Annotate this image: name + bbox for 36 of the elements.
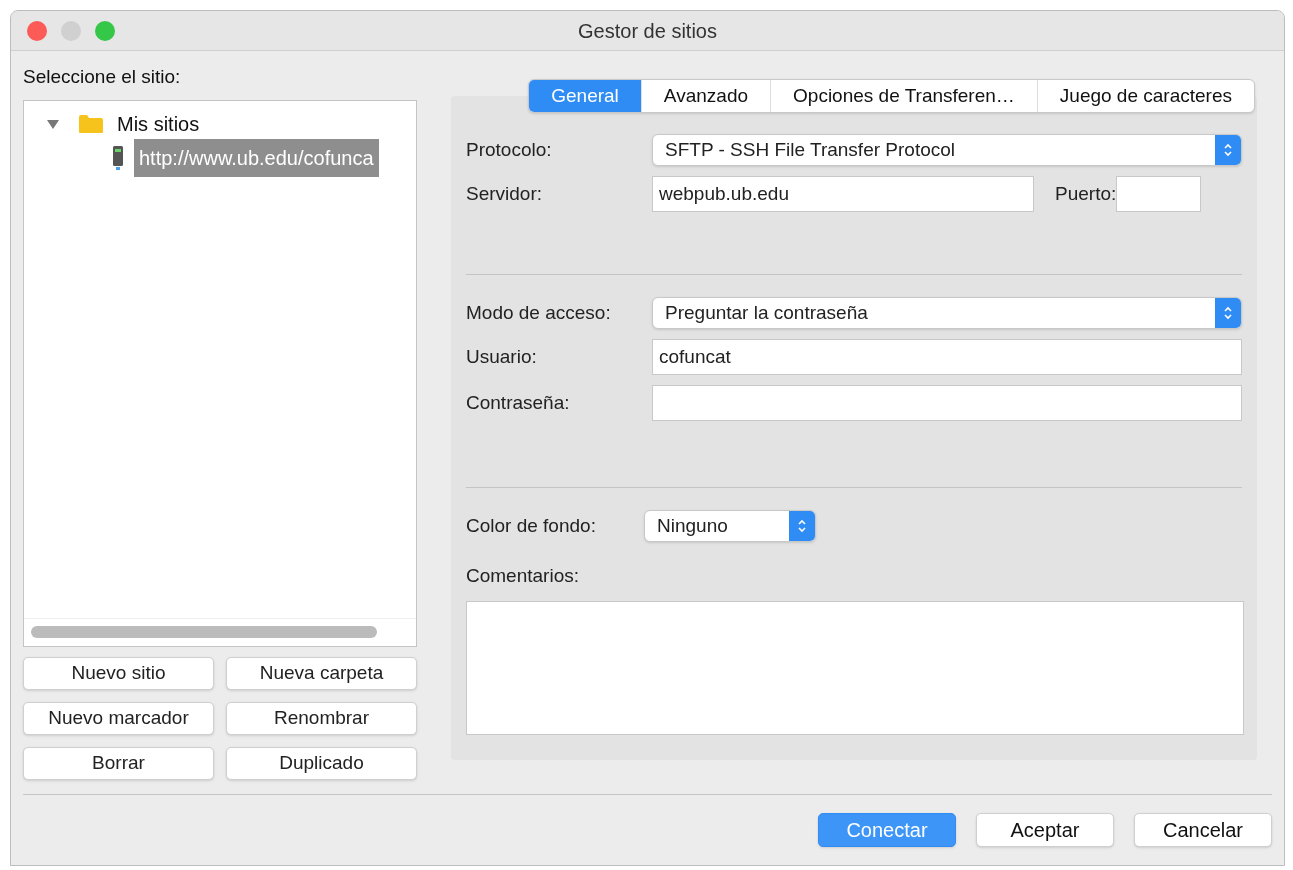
- stepper-icon: [1215, 298, 1241, 328]
- field-label: Puerto:: [1055, 182, 1117, 204]
- zoom-button[interactable]: [95, 20, 115, 41]
- comments-field[interactable]: [466, 600, 1244, 735]
- field-label: Contraseña:: [466, 390, 571, 415]
- field-label: Modo de acceso:: [466, 300, 612, 325]
- site-button[interactable]: Nueva carpeta: [226, 656, 417, 690]
- input-field[interactable]: [1116, 176, 1202, 212]
- site-button[interactable]: Borrar: [23, 746, 214, 780]
- field-label: Protocolo:: [466, 137, 553, 162]
- stepper-icon: [1215, 135, 1241, 165]
- site-button[interactable]: Renombrar: [226, 701, 417, 735]
- field-label: Servidor:: [466, 181, 544, 206]
- tab[interactable]: Avanzado: [640, 80, 771, 112]
- background-color-select[interactable]: Ninguno: [644, 510, 816, 542]
- dialog-button[interactable]: Aceptar: [976, 813, 1114, 847]
- tab[interactable]: Opciones de Transferen…: [770, 80, 1037, 112]
- window-title: Gestor de sitios: [578, 18, 717, 44]
- site-button[interactable]: Nuevo sitio: [23, 656, 214, 690]
- site-list-label: Seleccione el sitio:: [23, 65, 182, 89]
- close-button[interactable]: [27, 20, 47, 41]
- field-label: Comentarios:: [466, 565, 579, 586]
- server-icon: [112, 144, 124, 171]
- horizontal-scrollbar[interactable]: [31, 626, 377, 638]
- field-label: Color de fondo:: [466, 513, 597, 538]
- input-field[interactable]: [652, 385, 1242, 421]
- protocol-select[interactable]: SFTP - SSH File Transfer Protocol: [652, 134, 1242, 166]
- field-label: Usuario:: [466, 344, 538, 369]
- site-button[interactable]: Duplicado: [226, 746, 417, 780]
- site-button[interactable]: Nuevo marcador: [23, 701, 214, 735]
- input-field[interactable]: cofuncat: [652, 339, 1242, 375]
- folder-icon: [78, 113, 104, 134]
- input-field[interactable]: webpub.ub.edu: [652, 176, 1034, 212]
- dialog-button[interactable]: Cancelar: [1134, 813, 1272, 847]
- access-mode-select[interactable]: Preguntar la contraseña: [652, 297, 1242, 329]
- stepper-icon: [789, 511, 815, 541]
